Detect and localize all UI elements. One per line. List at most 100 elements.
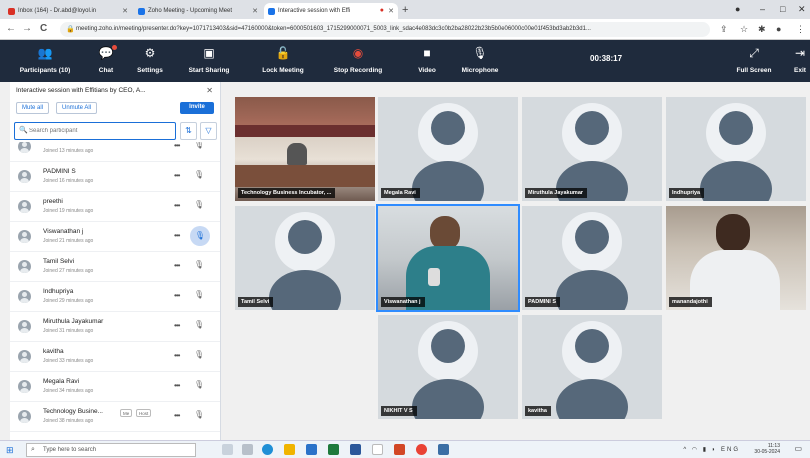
reload-icon[interactable]: C — [40, 23, 47, 34]
participant-name: Megala Ravi — [43, 378, 80, 385]
video-tile[interactable]: manandajothi — [666, 206, 806, 310]
powerpoint-icon[interactable] — [394, 444, 405, 455]
chat-button[interactable]: 💬 Chat — [92, 40, 120, 82]
more-options-icon[interactable]: ••• — [174, 261, 180, 270]
list-item[interactable]: Viswanathan j Joined 21 minutes ago ••• … — [10, 222, 220, 252]
more-options-icon[interactable]: ••• — [174, 381, 180, 390]
list-item[interactable]: Megala Ravi Joined 34 minutes ago ••• 🎙 — [10, 372, 220, 402]
close-icon[interactable]: ✕ — [206, 86, 213, 95]
mic-muted-icon[interactable]: 🎙 — [194, 290, 204, 299]
notepad-icon[interactable] — [372, 444, 383, 455]
share-icon[interactable]: ⇪ — [720, 24, 728, 35]
list-item[interactable]: Joined 13 minutes ago ••• 🎙 — [10, 142, 220, 162]
more-options-icon[interactable]: ••• — [174, 291, 180, 300]
file-explorer-icon[interactable] — [284, 444, 295, 455]
video-tile[interactable]: kavitha — [522, 315, 662, 419]
store-icon[interactable] — [306, 444, 317, 455]
more-options-icon[interactable]: ••• — [174, 411, 180, 420]
clock-date: 30-05-2024 — [754, 449, 780, 455]
more-options-icon[interactable]: ••• — [174, 231, 180, 240]
search-input[interactable] — [29, 125, 173, 137]
mic-muted-icon[interactable]: 🎙 — [194, 350, 204, 359]
notification-icon[interactable]: ▭ — [794, 444, 802, 453]
video-tile[interactable]: Indhupriya — [666, 97, 806, 201]
maximize-icon[interactable]: □ — [780, 4, 785, 14]
menu-icon[interactable]: ⋮ — [796, 24, 805, 35]
mic-muted-icon[interactable]: 🎙 — [194, 260, 204, 269]
system-tray[interactable]: ^ ◠ ▮ ◗ ENG — [683, 446, 740, 453]
avatar[interactable]: ● — [776, 24, 781, 34]
list-item[interactable]: Tamil Selvi Joined 27 minutes ago ••• 🎙 — [10, 252, 220, 282]
star-icon[interactable]: ☆ — [740, 24, 748, 35]
excel-icon[interactable] — [328, 444, 339, 455]
close-icon[interactable]: ✕ — [388, 7, 394, 15]
list-item[interactable]: preethi Joined 19 minutes ago ••• 🎙 — [10, 192, 220, 222]
list-item[interactable]: Miruthula Jayakumar Joined 31 minutes ag… — [10, 312, 220, 342]
microphone-button[interactable]: 🎙 Microphone — [456, 40, 504, 82]
stop-recording-button[interactable]: ◉ Stop Recording — [328, 40, 388, 82]
exit-button[interactable]: ⇥ Exit — [790, 40, 810, 82]
forward-icon[interactable]: → — [22, 23, 32, 34]
list-item[interactable]: PADMINI S Joined 16 minutes ago ••• 🎙 — [10, 162, 220, 192]
edge-icon[interactable] — [262, 444, 273, 455]
more-options-icon[interactable]: ••• — [174, 142, 180, 150]
mute-all-button[interactable]: Mute all — [16, 102, 50, 114]
new-tab-button[interactable]: + — [402, 4, 408, 16]
url-field[interactable]: 🔒 meeting.zoho.in/meeting/presenter.do?k… — [60, 22, 710, 37]
taskbar-search[interactable]: ⌕ Type here to search — [26, 443, 196, 457]
profile-icon[interactable]: ● — [735, 4, 740, 14]
invite-button[interactable]: Invite — [180, 102, 214, 114]
browser-tab-bar: Inbox (164) - Dr.abd@loyol.in ✕ Zoho Mee… — [0, 0, 810, 19]
list-item[interactable]: Technology Busine... Me Host Joined 38 m… — [10, 402, 220, 432]
zoho-icon — [268, 8, 275, 15]
mic-active-icon[interactable]: 🎙 — [190, 226, 210, 246]
minimize-icon[interactable]: – — [760, 4, 765, 14]
close-icon[interactable]: ✕ — [252, 7, 258, 15]
video-button[interactable]: ■ Video — [414, 40, 440, 82]
window-close-icon[interactable]: ✕ — [798, 4, 806, 15]
filter-icon[interactable]: ▽ — [200, 122, 217, 140]
mic-muted-icon[interactable]: 🎙 — [194, 320, 204, 329]
video-tile[interactable]: Technology Business Incubator, ... — [235, 97, 375, 201]
mic-muted-icon[interactable]: 🎙 — [194, 200, 204, 209]
tile-name-tag: Megala Ravi — [381, 188, 420, 198]
settings-button[interactable]: ⚙ Settings — [132, 40, 168, 82]
more-options-icon[interactable]: ••• — [174, 351, 180, 360]
system-clock[interactable]: 11:13 30-05-2024 — [754, 443, 780, 455]
mic-muted-icon[interactable]: 🎙 — [194, 170, 204, 179]
video-tile[interactable]: NIKHIT V S — [378, 315, 518, 419]
participants-button[interactable]: 👥 Participants (10) — [14, 40, 76, 82]
more-options-icon[interactable]: ••• — [174, 321, 180, 330]
list-item[interactable]: kavitha Joined 33 minutes ago ••• 🎙 — [10, 342, 220, 372]
mic-muted-icon[interactable]: 🎙 — [194, 380, 204, 389]
more-options-icon[interactable]: ••• — [174, 201, 180, 210]
extension-icon[interactable]: ✱ — [758, 24, 766, 35]
app-icon[interactable] — [438, 444, 449, 455]
widgets-icon[interactable] — [242, 444, 253, 455]
browser-tab-gmail[interactable]: Inbox (164) - Dr.abd@loyol.in ✕ — [4, 3, 132, 19]
browser-tab-session[interactable]: Interactive session with Effi ● ✕ — [264, 3, 398, 19]
chat-label: Chat — [98, 67, 114, 74]
unmute-all-button[interactable]: Unmute All — [56, 102, 98, 114]
back-icon[interactable]: ← — [6, 23, 16, 34]
windows-start-icon[interactable]: ⊞ — [6, 445, 14, 456]
video-tile-active-speaker[interactable]: Viswanathan j — [376, 204, 520, 312]
close-icon[interactable]: ✕ — [122, 7, 128, 15]
lock-meeting-button[interactable]: 🔓 Lock Meeting — [256, 40, 310, 82]
full-screen-button[interactable]: ⤢ Full Screen — [732, 40, 776, 82]
mic-muted-icon[interactable]: 🎙 — [194, 142, 204, 149]
video-tile[interactable]: Tamil Selvi — [235, 206, 375, 310]
word-icon[interactable] — [350, 444, 361, 455]
video-tile[interactable]: PADMINI S — [522, 206, 662, 310]
video-tile[interactable]: Miruthula Jayakumar — [522, 97, 662, 201]
video-tile[interactable]: Megala Ravi — [378, 97, 518, 201]
list-item[interactable]: Indhupriya Joined 29 minutes ago ••• 🎙 — [10, 282, 220, 312]
mic-icon[interactable]: 🎙 — [194, 410, 204, 419]
task-view-icon[interactable] — [222, 444, 233, 455]
sort-icon[interactable]: ⇅ — [180, 122, 197, 140]
start-sharing-button[interactable]: ▣ Start Sharing — [182, 40, 236, 82]
more-options-icon[interactable]: ••• — [174, 171, 180, 180]
lock-meeting-label: Lock Meeting — [262, 67, 304, 74]
chrome-icon[interactable] — [416, 444, 427, 455]
browser-tab-zoho[interactable]: Zoho Meeting - Upcoming Meet ✕ — [134, 3, 262, 19]
